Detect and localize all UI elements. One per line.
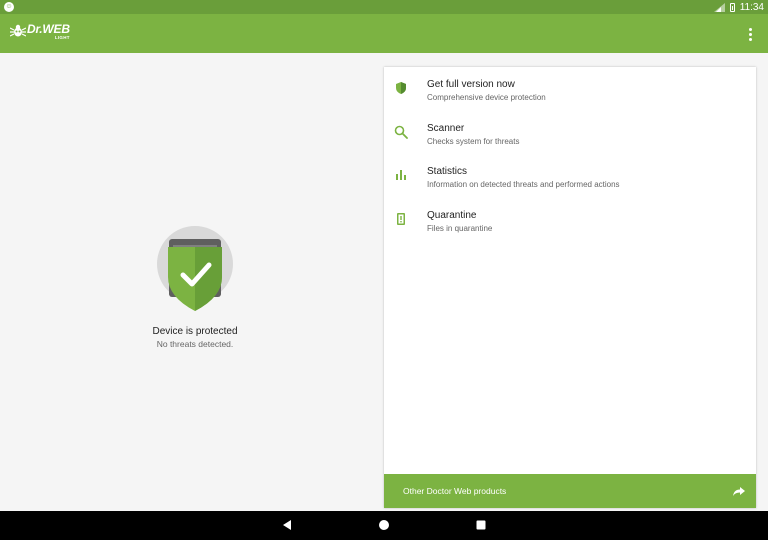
overflow-dot <box>748 37 752 41</box>
menu-item-scanner[interactable]: Scanner Checks system for threats <box>384 113 756 155</box>
drweb-spider-icon <box>10 24 26 37</box>
protected-shield-icon <box>157 226 233 311</box>
other-products-label: Other Doctor Web products <box>403 486 507 496</box>
protection-title: Device is protected <box>152 326 238 337</box>
menu-item-description: Checks system for threats <box>427 137 520 146</box>
menu-item-title: Scanner <box>427 123 465 134</box>
back-icon[interactable] <box>280 518 294 532</box>
menu-item-statistics[interactable]: Statistics Information on detected threa… <box>384 156 756 198</box>
menu-item-title: Statistics <box>427 166 468 177</box>
overflow-dot <box>748 27 752 31</box>
battery-icon <box>729 2 735 12</box>
menu-item-description: Comprehensive device protection <box>427 93 546 102</box>
share-icon <box>733 487 745 496</box>
app-logo: Dr.WEB LIGHT <box>10 23 70 41</box>
menu-item-description: Files in quarantine <box>427 224 493 233</box>
status-icons: 11:34 <box>713 0 764 14</box>
recents-icon[interactable] <box>474 518 488 532</box>
status-bar: ☺ 11:34 <box>0 0 768 14</box>
logo-wordmark: Dr.WEB LIGHT <box>27 23 70 41</box>
menu-item-description: Information on detected threats and perf… <box>427 180 620 189</box>
shield-icon <box>396 82 406 94</box>
menu-item-title: Quarantine <box>427 210 477 221</box>
menu-item-title: Get full version now <box>427 79 515 90</box>
menu-item-quarantine[interactable]: Quarantine Files in quarantine <box>384 200 756 242</box>
quarantine-icon <box>397 213 405 225</box>
overflow-menu-button[interactable] <box>742 24 758 44</box>
signal-icon <box>713 2 725 12</box>
other-products-button[interactable]: Other Doctor Web products <box>384 474 756 508</box>
notification-icon: ☺ <box>4 2 14 12</box>
main-content: Device is protected No threats detected.… <box>0 53 768 511</box>
system-navigation-bar <box>0 511 768 540</box>
logo-text: Dr.WEB <box>27 22 70 36</box>
app-bar: Dr.WEB LIGHT <box>0 14 768 53</box>
menu-card: Get full version now Comprehensive devic… <box>384 67 756 508</box>
home-icon[interactable] <box>377 518 391 532</box>
overflow-dot <box>748 32 752 36</box>
search-icon <box>394 125 408 139</box>
protection-subtitle: No threats detected. <box>156 339 234 349</box>
status-time: 11:34 <box>739 1 764 13</box>
bar-chart-icon <box>396 170 406 180</box>
menu-item-get-full-version[interactable]: Get full version now Comprehensive devic… <box>384 69 756 111</box>
protection-status-panel: Device is protected No threats detected. <box>0 53 384 511</box>
